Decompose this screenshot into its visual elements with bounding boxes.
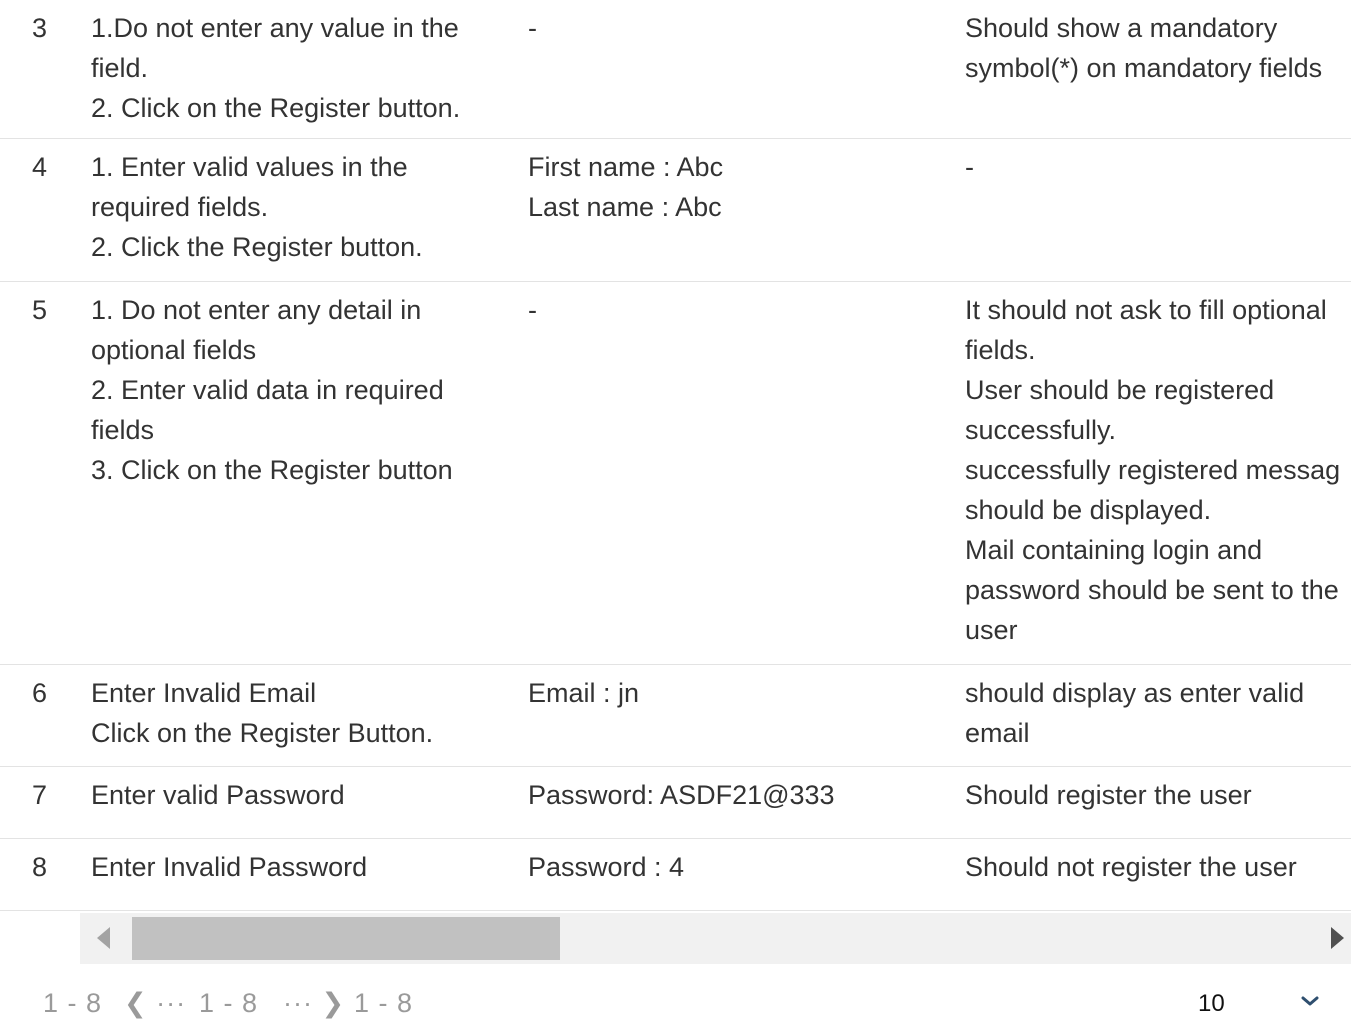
- steps-line: 2. Click on the Register button.: [91, 93, 461, 123]
- table-row: 4 1. Enter valid values in the required …: [0, 139, 1351, 282]
- steps-line: required fields.: [91, 192, 269, 222]
- test-steps: 1. Do not enter any detail in optional f…: [91, 290, 453, 490]
- steps-line: Enter Invalid Password: [91, 852, 368, 882]
- test-case-page: 3 1.Do not enter any value in the field.…: [0, 0, 1351, 1023]
- chevron-down-icon[interactable]: [1301, 992, 1319, 1010]
- scroll-left-icon[interactable]: [97, 927, 110, 949]
- row-number: 4: [32, 152, 48, 182]
- expected-line: -: [965, 152, 974, 182]
- expected-result: Should show a mandatory symbol(*) on man…: [965, 8, 1322, 88]
- expected-line: successfully.: [965, 415, 1117, 445]
- expected-result: should display as enter valid email: [965, 673, 1304, 753]
- page-size-select[interactable]: 10: [1198, 990, 1225, 1018]
- horizontal-scrollbar[interactable]: [80, 913, 1351, 964]
- expected-line: User should be registered: [965, 375, 1275, 405]
- data-line: Email : jn: [528, 678, 640, 708]
- test-data: Email : jn: [528, 673, 639, 713]
- test-data: -: [528, 8, 537, 48]
- table-row: 6 Enter Invalid Email Click on the Regis…: [0, 665, 1351, 767]
- expected-line: Mail containing login and: [965, 535, 1263, 565]
- row-number: 7: [32, 780, 48, 810]
- expected-result: Should not register the user: [965, 847, 1297, 887]
- table-row: 7 Enter valid Password Password: ASDF21@…: [0, 767, 1351, 839]
- expected-line: user: [965, 615, 1018, 645]
- test-steps: 1.Do not enter any value in the field. 2…: [91, 8, 460, 128]
- expected-line: password should be sent to the: [965, 575, 1339, 605]
- row-number: 6: [32, 678, 48, 708]
- prev-page-button[interactable]: ❮ ···: [124, 988, 186, 1019]
- expected-line: email: [965, 718, 1030, 748]
- expected-result: It should not ask to fill optional field…: [965, 290, 1340, 650]
- page-range-current[interactable]: 1 - 8: [199, 988, 258, 1019]
- steps-line: 1. Enter valid values in the: [91, 152, 408, 182]
- expected-line: should display as enter valid: [965, 678, 1305, 708]
- data-line: Last name : Abc: [528, 192, 722, 222]
- data-line: -: [528, 13, 537, 43]
- steps-line: 1.Do not enter any value in the: [91, 13, 459, 43]
- pagination: 1 - 8 ❮ ··· 1 - 8 ··· ❯ 1 - 8 10: [0, 980, 1351, 1023]
- test-steps: Enter Invalid Email Click on the Registe…: [91, 673, 433, 753]
- next-page-button[interactable]: ··· ❯: [283, 988, 345, 1019]
- test-data: -: [528, 290, 537, 330]
- expected-line: symbol(*) on mandatory fields: [965, 53, 1323, 83]
- expected-line: Should register the user: [965, 780, 1252, 810]
- steps-line: Click on the Register Button.: [91, 718, 434, 748]
- table-row: 3 1.Do not enter any value in the field.…: [0, 0, 1351, 139]
- expected-result: Should register the user: [965, 775, 1252, 815]
- steps-line: field.: [91, 53, 149, 83]
- scroll-right-icon[interactable]: [1331, 927, 1344, 949]
- test-case-table[interactable]: 3 1.Do not enter any value in the field.…: [0, 0, 1351, 912]
- table-row: 8 Enter Invalid Password Password : 4 Sh…: [0, 839, 1351, 911]
- expected-line: should be displayed.: [965, 495, 1212, 525]
- steps-line: fields: [91, 415, 155, 445]
- data-line: First name : Abc: [528, 152, 724, 182]
- steps-line: 3. Click on the Register button: [91, 455, 453, 485]
- steps-line: 2. Enter valid data in required: [91, 375, 444, 405]
- row-number: 8: [32, 852, 48, 882]
- data-line: Password : 4: [528, 852, 685, 882]
- expected-line: It should not ask to fill optional: [965, 295, 1327, 325]
- row-number: 3: [32, 13, 48, 43]
- data-line: Password: ASDF21@333: [528, 780, 835, 810]
- test-data: First name : Abc Last name : Abc: [528, 147, 723, 227]
- steps-line: optional fields: [91, 335, 257, 365]
- test-steps: 1. Enter valid values in the required fi…: [91, 147, 423, 267]
- expected-line: Should show a mandatory: [965, 13, 1278, 43]
- table-row: 5 1. Do not enter any detail in optional…: [0, 282, 1351, 665]
- expected-line: successfully registered messag: [965, 455, 1341, 485]
- data-line: -: [528, 295, 537, 325]
- steps-line: Enter valid Password: [91, 780, 345, 810]
- scrollbar-thumb[interactable]: [132, 917, 560, 960]
- test-steps: Enter valid Password: [91, 775, 345, 815]
- steps-line: Enter Invalid Email: [91, 678, 317, 708]
- test-steps: Enter Invalid Password: [91, 847, 367, 887]
- test-data: Password : 4: [528, 847, 684, 887]
- expected-line: fields.: [965, 335, 1036, 365]
- page-range-last[interactable]: 1 - 8: [354, 988, 413, 1019]
- expected-line: Should not register the user: [965, 852, 1297, 882]
- steps-line: 2. Click the Register button.: [91, 232, 423, 262]
- page-range-first[interactable]: 1 - 8: [43, 988, 102, 1019]
- steps-line: 1. Do not enter any detail in: [91, 295, 422, 325]
- test-data: Password: ASDF21@333: [528, 775, 835, 815]
- row-number: 5: [32, 295, 48, 325]
- expected-result: -: [965, 147, 974, 187]
